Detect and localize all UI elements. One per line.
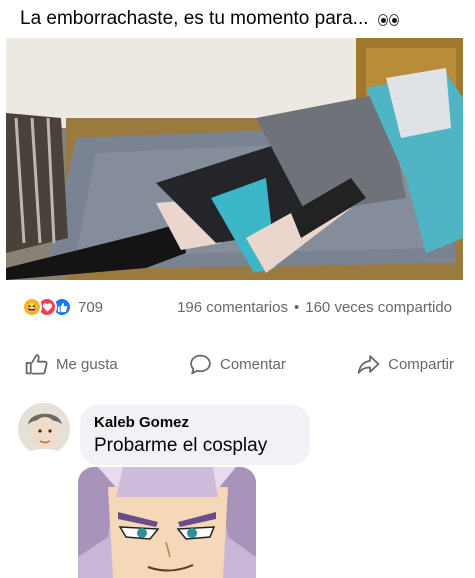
comment-bubble[interactable]: Kaleb Gomez Probarme el cosplay xyxy=(80,405,310,465)
comment-author[interactable]: Kaleb Gomez xyxy=(94,414,296,431)
comment-text: Probarme el cosplay xyxy=(94,435,268,456)
post-actions: Me gusta Comentar Compartir xyxy=(24,348,454,380)
share-arrow-icon xyxy=(357,354,380,374)
like-button[interactable]: Me gusta xyxy=(24,352,118,377)
like-label: Me gusta xyxy=(56,355,118,373)
post-caption: La emborrachaste, es tu momento para... xyxy=(20,8,369,29)
shares-count[interactable]: 160 veces compartido xyxy=(305,299,452,316)
share-button[interactable]: Compartir xyxy=(356,352,454,377)
haha-reaction-icon: 😆 xyxy=(22,297,42,317)
reactions-summary[interactable]: 😆 709 196 comentarios • 160 veces compar… xyxy=(22,295,452,319)
stats-separator: • xyxy=(293,298,300,316)
thumbs-up-icon xyxy=(25,353,48,375)
reaction-icons: 😆 xyxy=(22,297,72,317)
share-label: Compartir xyxy=(388,355,454,373)
comment-label: Comentar xyxy=(219,355,286,373)
avatar-face-icon xyxy=(18,403,70,455)
post-stats: 196 comentarios • 160 veces compartido xyxy=(177,299,452,316)
photo-illustration xyxy=(6,38,463,280)
post-photo[interactable] xyxy=(6,38,463,280)
post-text: La emborrachaste, es tu momento para... xyxy=(20,5,460,33)
comment-bubble-icon xyxy=(190,354,211,374)
comment-button[interactable]: Comentar xyxy=(188,352,286,377)
eyes-emoji-icon xyxy=(377,7,400,35)
avatar[interactable] xyxy=(18,403,70,455)
anime-face-illustration xyxy=(78,467,256,578)
comments-count[interactable]: 196 comentarios xyxy=(177,299,288,316)
comment-sticker-image[interactable] xyxy=(78,467,256,578)
reaction-count: 709 xyxy=(78,298,104,316)
